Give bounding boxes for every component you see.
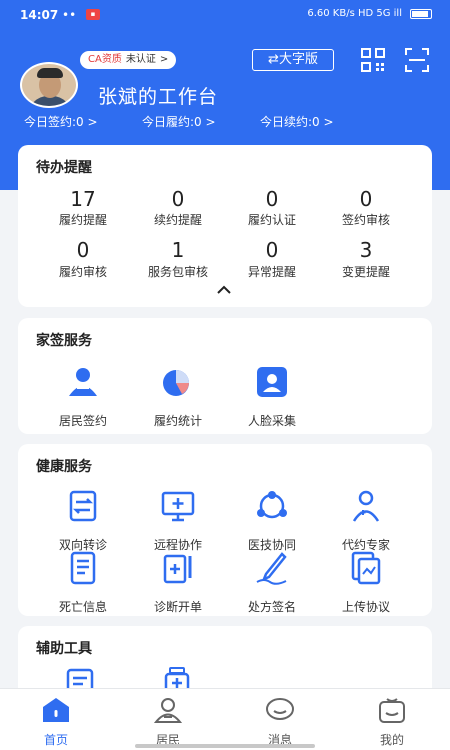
face-capture-icon [257,367,287,397]
service-face-capture[interactable]: 人脸采集 [225,362,319,429]
service-label: 履约统计 [153,414,202,428]
health-service-title: 健康服务 [36,459,92,475]
service-death-info[interactable]: 死亡信息 [36,548,130,615]
family-service-card: 家签服务 居民签约 履约统计 人脸采集 [18,318,432,434]
todo-value[interactable]: 0 [319,187,413,211]
status-right: 6.60 KB/s HD 5G ill [307,8,432,19]
app-notification-icon: ▪ [86,9,100,20]
qr-code-icon[interactable] [360,47,386,73]
service-perform-stats[interactable]: 履约统计 [131,362,225,429]
todo-value[interactable]: 0 [225,238,319,262]
todo-label[interactable]: 服务包审核 [131,263,225,280]
todo-label[interactable]: 履约审核 [36,263,130,280]
todo-value[interactable]: 17 [36,187,130,211]
ca-status-badge[interactable]: CA资质 未认证 > [80,51,177,69]
diagnosis-icon [163,554,192,584]
tab-mine[interactable]: 我的 [336,697,448,748]
todo-value[interactable]: 0 [131,187,225,211]
service-label: 人脸采集 [247,414,296,428]
tab-label: 我的 [379,733,404,747]
scan-icon[interactable] [404,47,430,73]
todo-value[interactable]: 1 [131,238,225,262]
service-label: 居民签约 [58,414,107,428]
health-service-card: 健康服务 双向转诊 远程协作 医技协同 代约专家 死亡信息 诊断开单 处方签名 … [18,444,432,616]
stat-today-sign[interactable]: 今日签约:0 > [24,113,98,130]
todo-label[interactable]: 履约认证 [225,211,319,228]
tab-residents[interactable]: 居民 [112,697,224,748]
todo-label[interactable]: 变更提醒 [319,263,413,280]
network-icon [257,491,287,519]
profile-icon [379,698,405,723]
service-label: 死亡信息 [58,600,107,614]
document-list-icon [70,551,96,585]
resident-sign-icon [69,368,97,396]
status-dots: •• [62,8,77,22]
todo-value[interactable]: 3 [319,238,413,262]
page-title: 张斌的工作台 [98,86,219,108]
todo-value[interactable]: 0 [36,238,130,262]
bottom-tab-bar: 首页 居民 消息 我的 [0,688,450,750]
avatar[interactable] [20,62,78,108]
todo-label[interactable]: 异常提醒 [225,263,319,280]
aux-tools-title: 辅助工具 [36,641,92,657]
chevron-right-icon: > [159,54,169,65]
home-indicator [135,744,315,748]
service-label: 诊断开单 [153,600,202,614]
person-icon [153,698,183,723]
today-stats: 今日签约:0 > 今日履约:0 > 今日续约:0 > [0,113,450,133]
service-upload-agreement[interactable]: 上传协议 [319,548,413,615]
tab-messages[interactable]: 消息 [224,697,336,748]
service-label: 处方签名 [247,600,296,614]
service-referral[interactable]: 双向转诊 [36,486,130,553]
tool-medicine-icon[interactable] [160,666,194,690]
referral-icon [69,490,97,522]
large-font-button[interactable]: ⇄大字版 [252,49,334,71]
ca-label: CA资质 [88,54,122,65]
todo-label[interactable]: 续约提醒 [131,211,225,228]
stat-today-perform[interactable]: 今日履约:0 > [142,113,216,130]
todo-label[interactable]: 签约审核 [319,211,413,228]
todo-value[interactable]: 0 [225,187,319,211]
stat-today-renew[interactable]: 今日续约:0 > [260,113,334,130]
service-expert-appt[interactable]: 代约专家 [319,486,413,553]
home-icon [43,698,69,722]
status-time: 14:07 [20,8,59,22]
service-remote-collab[interactable]: 远程协作 [131,486,225,553]
service-label: 上传协议 [341,600,390,614]
battery-icon [410,8,432,19]
status-bar: 14:07 •• ▪ 6.60 KB/s HD 5G ill [0,0,450,30]
pie-chart-icon [163,370,189,396]
todo-label[interactable]: 履约提醒 [36,211,130,228]
service-med-tech[interactable]: 医技协同 [225,486,319,553]
todo-title: 待办提醒 [36,160,92,176]
todo-card: 待办提醒 17 履约提醒 0 续约提醒 0 履约认证 0 签约审核 0 履约审核… [18,145,432,307]
service-diagnosis[interactable]: 诊断开单 [131,548,225,615]
family-service-title: 家签服务 [36,333,92,349]
service-resident-sign[interactable]: 居民签约 [36,362,130,429]
tab-label: 首页 [43,733,68,747]
doctor-icon [352,490,380,522]
ca-status: 未认证 [125,54,156,65]
message-icon [266,698,294,720]
remote-monitor-icon [161,491,195,522]
tool-document-icon[interactable] [64,666,98,690]
signature-pen-icon [256,552,287,585]
tab-home[interactable]: 首页 [0,697,112,748]
chevron-up-icon[interactable] [216,285,232,295]
upload-document-icon [351,551,381,585]
network-info: 6.60 KB/s HD 5G ill [307,8,402,19]
service-prescription-sign[interactable]: 处方签名 [225,548,319,615]
